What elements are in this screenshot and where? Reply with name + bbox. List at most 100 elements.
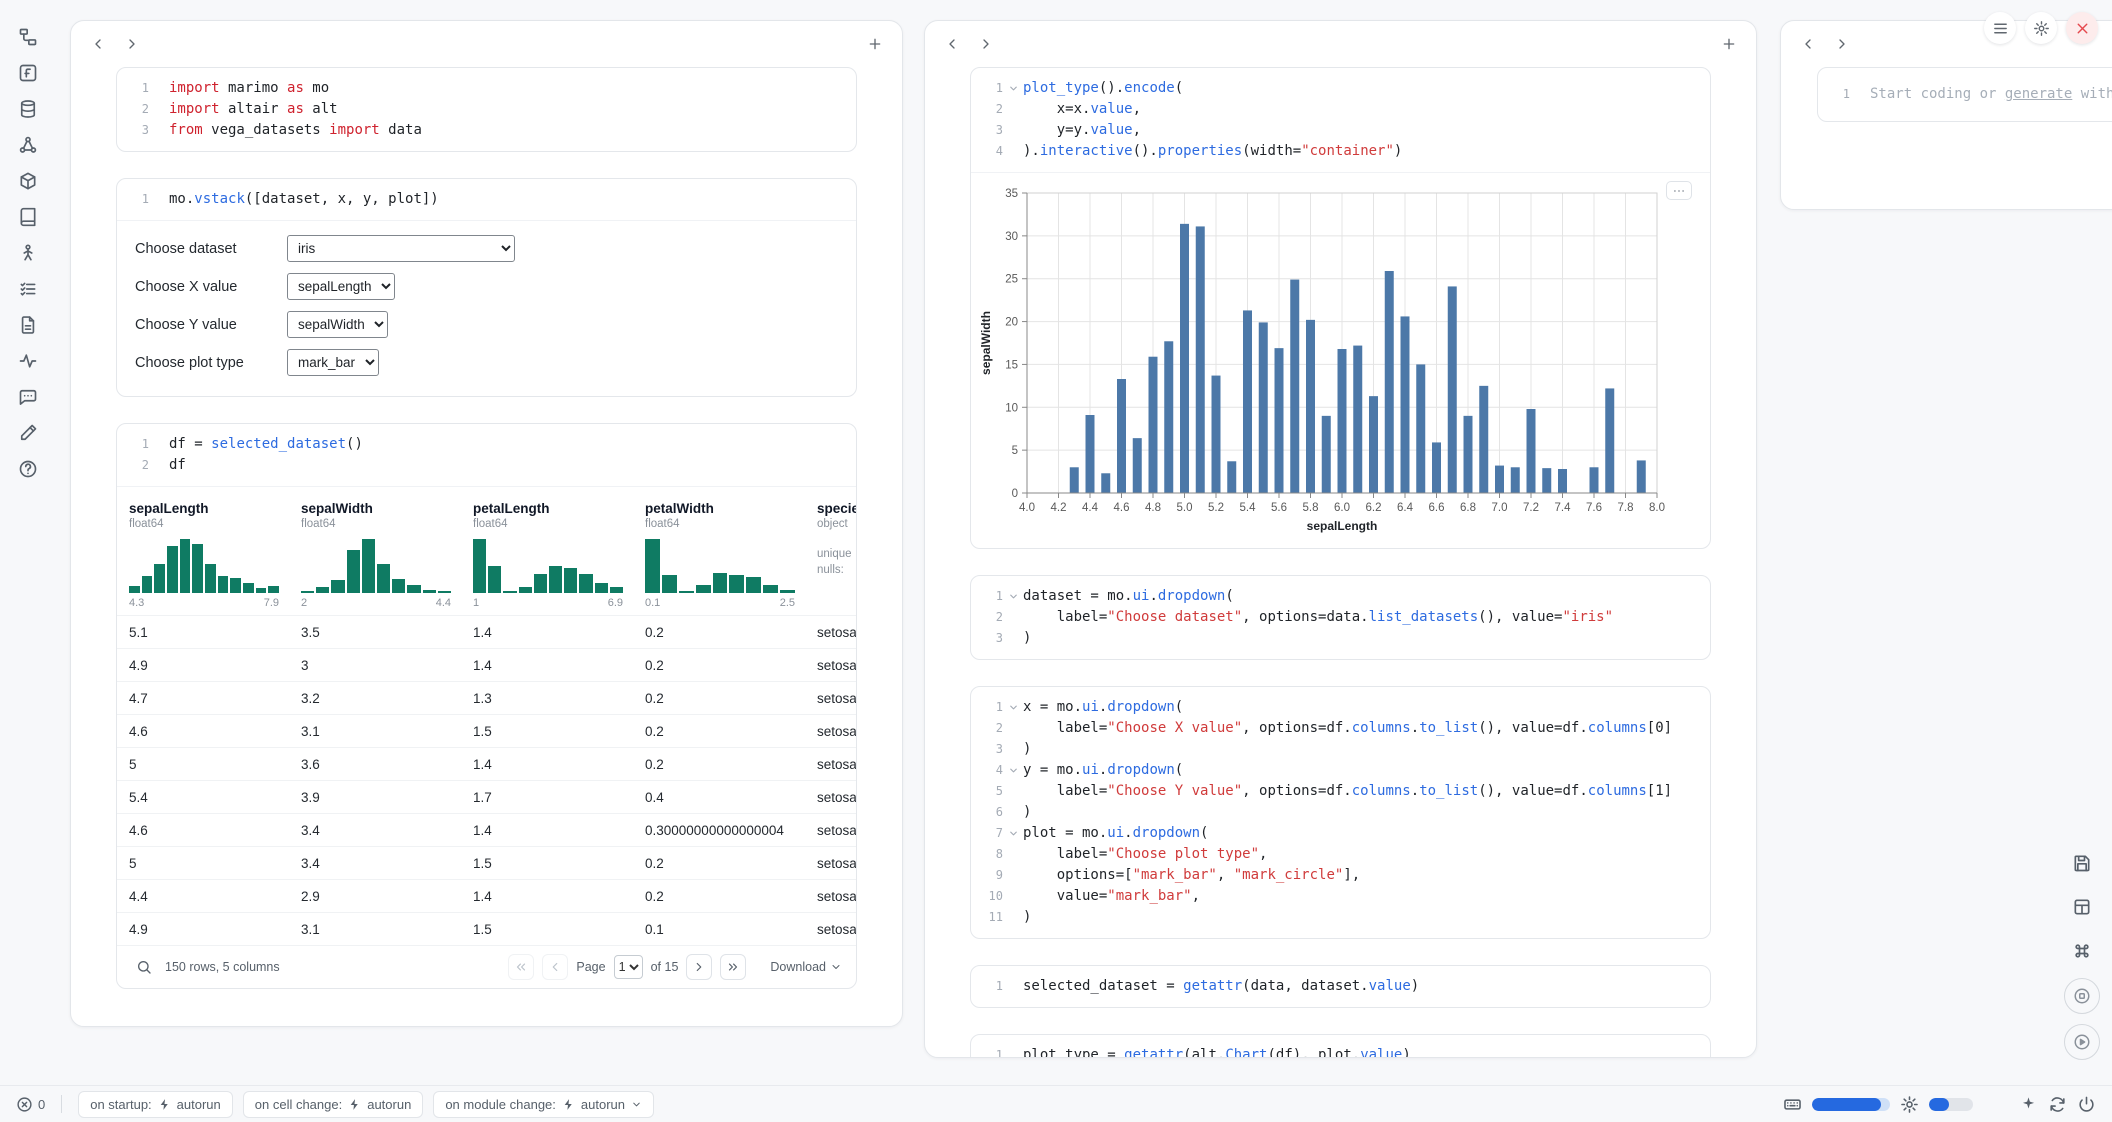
add-cell-button[interactable]	[1714, 29, 1744, 59]
sidebar-dependencies-button[interactable]	[11, 130, 45, 159]
power-icon[interactable]	[2077, 1095, 2096, 1114]
keyboard-shortcuts-button[interactable]	[2065, 934, 2099, 968]
line-number: 1	[117, 189, 149, 210]
svg-text:sepalLength: sepalLength	[1307, 519, 1378, 533]
table-row[interactable]: 4.931.40.2setosa	[117, 648, 856, 681]
functions-icon	[18, 63, 38, 83]
code-editor[interactable]: 1import marimo as mo2import altair as al…	[117, 68, 856, 151]
sidebar-packages-button[interactable]	[11, 166, 45, 195]
table-row[interactable]: 53.61.40.2setosa	[117, 747, 856, 780]
table-row[interactable]: 4.73.21.30.2setosa	[117, 681, 856, 714]
autorun-chip[interactable]: on cell change:autorun	[243, 1091, 424, 1118]
keyboard-icon[interactable]	[1783, 1095, 1802, 1114]
code-editor[interactable]: 1mo.vstack([dataset, x, y, plot])	[117, 179, 856, 220]
column-scroll-left-button[interactable]	[1793, 29, 1823, 59]
first-page-button[interactable]	[508, 954, 534, 980]
search-icon	[136, 959, 152, 975]
fold-chevron-icon[interactable]	[1008, 702, 1019, 713]
code-editor[interactable]: 1x = mo.ui.dropdown(2 label="Choose X va…	[971, 687, 1710, 938]
next-page-button[interactable]	[686, 954, 712, 980]
app-view-button[interactable]	[2064, 978, 2100, 1014]
table-row[interactable]: 4.42.91.40.2setosa	[117, 879, 856, 912]
ai-sparkle-icon[interactable]	[2019, 1095, 2038, 1114]
notebook-menu-button[interactable]	[1984, 12, 2016, 44]
sepal-bar-chart[interactable]: 4.04.24.44.64.85.05.25.45.65.86.06.26.46…	[977, 183, 1677, 537]
plot-type-select[interactable]: mark_bar	[287, 349, 379, 376]
table-row[interactable]: 53.41.50.2setosa	[117, 846, 856, 879]
sidebar-datasources-button[interactable]	[11, 94, 45, 123]
last-page-button[interactable]	[720, 954, 746, 980]
fold-chevron-icon[interactable]	[1008, 591, 1019, 602]
table-row[interactable]: 4.63.41.40.30000000000000004setosa	[117, 813, 856, 846]
sidebar-documentation-button[interactable]	[11, 202, 45, 231]
fold-chevron-icon[interactable]	[1008, 765, 1019, 776]
sidebar-outline-button[interactable]	[11, 238, 45, 267]
column-header-species[interactable]: speciesobjectuniquenulls:	[805, 493, 856, 615]
errors-indicator[interactable]: 0	[16, 1096, 45, 1113]
code-editor[interactable]: 1 Start coding or generate with AI	[1818, 68, 2112, 121]
line-number: 3	[971, 120, 1003, 141]
save-button[interactable]	[2065, 846, 2099, 880]
column-header-petalLength[interactable]: petalLengthfloat6416.9	[461, 493, 633, 615]
column-scroll-right-button[interactable]	[1827, 29, 1857, 59]
fold-chevron-icon[interactable]	[1008, 828, 1019, 839]
chevron-right-icon	[692, 960, 706, 974]
table-cell: 3.9	[289, 790, 461, 805]
table-cell: 1.4	[461, 823, 633, 838]
column-scroll-left-button[interactable]	[937, 29, 967, 59]
code-editor[interactable]: 1selected_dataset = getattr(data, datase…	[971, 966, 1710, 1007]
control-label: Choose plot type	[135, 355, 287, 371]
code-editor[interactable]: 1plot_type = getattr(alt.Chart(df), plot…	[971, 1035, 1710, 1058]
line-number: 1	[1818, 84, 1850, 105]
table-row[interactable]: 4.63.11.50.2setosa	[117, 714, 856, 747]
sidebar-snippets-button[interactable]	[11, 310, 45, 339]
sidebar-scratchpad-button[interactable]	[11, 418, 45, 447]
page-select[interactable]: 1	[614, 955, 643, 979]
gear-icon[interactable]	[1900, 1095, 1919, 1114]
sidebar-explorer-button[interactable]	[11, 22, 45, 51]
chevrons-right-icon	[726, 960, 740, 974]
plus-icon	[1721, 36, 1737, 52]
column-scroll-right-button[interactable]	[971, 29, 1001, 59]
column-scroll-left-button[interactable]	[83, 29, 113, 59]
sidebar-checklist-button[interactable]	[11, 274, 45, 303]
download-button[interactable]: Download	[770, 960, 842, 974]
sidebar-help-button[interactable]	[11, 454, 45, 483]
chart-actions-button[interactable]	[1666, 181, 1692, 200]
prev-page-button[interactable]	[542, 954, 568, 980]
sidebar-chat-button[interactable]	[11, 382, 45, 411]
column-header-sepalLength[interactable]: sepalLengthfloat644.37.9	[117, 493, 289, 615]
column-scroll-right-button[interactable]	[117, 29, 147, 59]
table-cell: setosa	[805, 691, 856, 706]
line-number: 1	[117, 434, 149, 455]
dataset-select[interactable]: iris	[287, 235, 515, 262]
table-row[interactable]: 5.13.51.40.2setosa	[117, 615, 856, 648]
autorun-chip[interactable]: on module change:autorun	[433, 1091, 654, 1118]
code-editor[interactable]: 1df = selected_dataset()2df	[117, 424, 856, 486]
sidebar-logs-button[interactable]	[11, 346, 45, 375]
y-value-select[interactable]: sepalWidth	[287, 311, 388, 338]
chevron-right-icon	[978, 36, 994, 52]
restart-kernel-icon[interactable]	[2048, 1095, 2067, 1114]
settings-button[interactable]	[2025, 12, 2057, 44]
table-row[interactable]: 4.93.11.50.1setosa	[117, 912, 856, 945]
run-all-button[interactable]	[2064, 1024, 2100, 1060]
table-cell: 0.4	[633, 790, 805, 805]
autorun-chip[interactable]: on startup:autorun	[78, 1091, 233, 1118]
svg-text:4.8: 4.8	[1145, 502, 1161, 514]
shutdown-button[interactable]	[2066, 12, 2098, 44]
column-toolbar	[925, 21, 1756, 67]
table-cell: 4.9	[117, 922, 289, 937]
code-editor[interactable]: 1plot_type().encode(2 x=x.value,3 y=y.va…	[971, 68, 1710, 172]
table-row[interactable]: 5.43.91.70.4setosa	[117, 780, 856, 813]
column-header-petalWidth[interactable]: petalWidthfloat640.12.5	[633, 493, 805, 615]
column-header-sepalWidth[interactable]: sepalWidthfloat6424.4	[289, 493, 461, 615]
sidebar-functions-button[interactable]	[11, 58, 45, 87]
add-cell-button[interactable]	[860, 29, 890, 59]
fold-chevron-icon[interactable]	[1008, 83, 1019, 94]
generate-with-ai-link[interactable]: generate	[2005, 86, 2072, 102]
table-search-button[interactable]	[131, 954, 157, 980]
x-value-select[interactable]: sepalLength	[287, 273, 395, 300]
layout-grid-button[interactable]	[2065, 890, 2099, 924]
code-editor[interactable]: 1dataset = mo.ui.dropdown(2 label="Choos…	[971, 576, 1710, 659]
